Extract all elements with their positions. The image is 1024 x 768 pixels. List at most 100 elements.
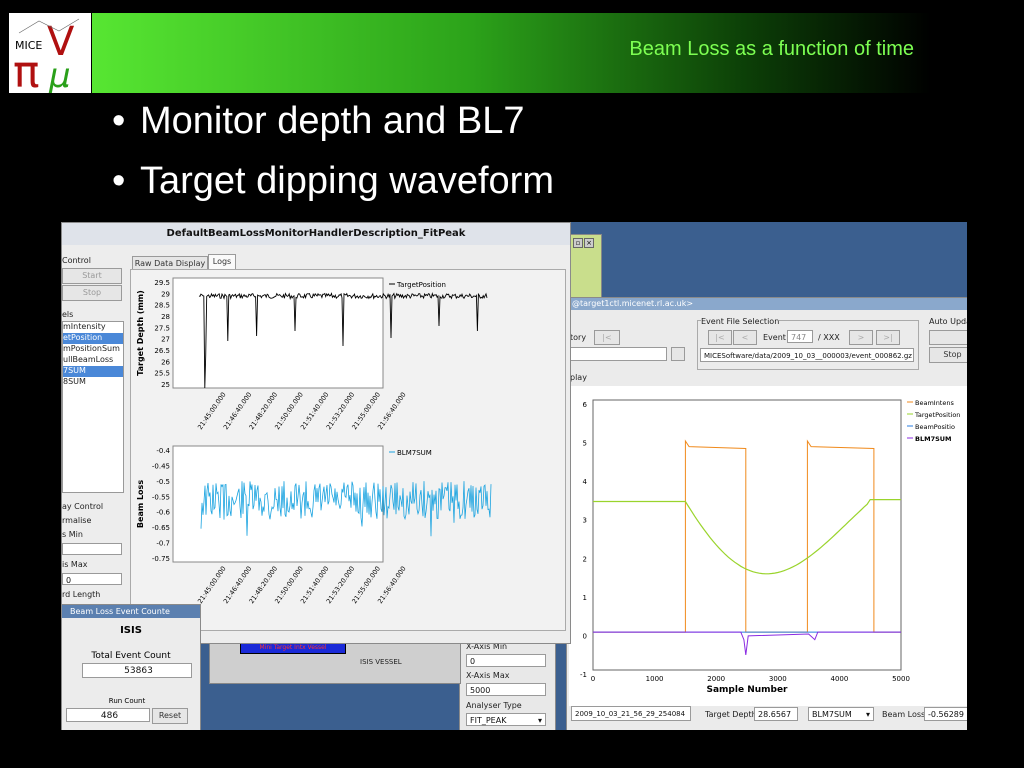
history-field[interactable] <box>567 347 667 361</box>
event-spinbox[interactable]: 747 <box>787 330 813 343</box>
channel-list[interactable]: mIntensity etPosition mPositionSum ullBe… <box>62 321 124 493</box>
waveform-legend-item: BeamIntens <box>915 399 954 407</box>
top-ylabel: Target Depth (mm) <box>136 290 145 376</box>
blm-select-value: BLM7SUM <box>812 710 852 719</box>
waveform-ytick-label: 1 <box>583 594 587 602</box>
waveform-legend-item: BeamPositio <box>915 423 955 431</box>
target-depth-label: Target Depth <box>705 710 757 719</box>
run-count-label: Run Count <box>108 697 146 705</box>
event-window-titlebar: @target1ctl.micenet.rl.ac.uk> <box>567 298 967 310</box>
waveform-ytick-label: 2 <box>583 555 587 563</box>
history-browse-button[interactable] <box>671 347 685 361</box>
top-ytick-label: 29 <box>161 290 170 298</box>
bottom-ytick-label: -0.45 <box>152 462 170 470</box>
bullet-2-text: Target dipping waveform <box>140 160 554 202</box>
reset-button[interactable]: Reset <box>152 708 188 724</box>
display-label: play <box>570 373 587 382</box>
waveform-ytick-label: -1 <box>580 671 587 679</box>
waveform-ytick-label: 0 <box>583 632 587 640</box>
beam-loss-field: -0.56289 <box>924 707 967 721</box>
analyser-select[interactable]: FIT_PEAK ▾ <box>466 713 546 726</box>
logs-plots: 29.52928.52827.52726.52625.52521:45:00.0… <box>136 277 492 605</box>
waveform-xtick-label: 5000 <box>892 675 910 683</box>
bullet-1-text: Monitor depth and BL7 <box>140 100 525 142</box>
event-label: Event <box>763 333 786 342</box>
channel-item[interactable]: mIntensity <box>63 322 123 333</box>
xaxis-max-label: X-Axis Max <box>466 671 510 680</box>
waveform-legend-item: BLM7SUM <box>915 435 952 443</box>
top-legend: TargetPosition <box>396 281 446 289</box>
history-button[interactable]: |< <box>594 330 620 345</box>
waveform-xtick-label: 1000 <box>646 675 664 683</box>
chevron-down-icon: ▾ <box>865 710 870 719</box>
analyser-select-value: FIT_PEAK <box>470 716 507 725</box>
bottom-ytick-label: -0.65 <box>152 524 170 532</box>
bottom-ylabel: Beam Loss <box>136 480 145 528</box>
bullet-2: • Target dipping waveform <box>112 160 554 202</box>
target-depth-field: 28.6567 <box>754 707 798 721</box>
waveform-plot-area: 6 5 4 3 2 1 0 -1 0 1000 2000 3000 4000 5000 Sample Num… <box>569 386 967 706</box>
waveform-xlabel: Sample Number <box>707 685 789 695</box>
prev-event-button[interactable]: < <box>733 330 757 345</box>
xaxis-min-field[interactable]: 0 <box>466 654 546 667</box>
close-icon[interactable]: × <box>584 238 594 248</box>
top-ytick-label: 28 <box>161 313 170 321</box>
next-event-button[interactable]: > <box>849 330 873 345</box>
count-window: Beam Loss Event Counte ISIS Total Event … <box>61 604 201 730</box>
embedded-screenshot: ▫ × @target1ctl.micenet.rl.ac.uk> tory |… <box>61 222 967 730</box>
first-event-button[interactable]: |< <box>708 330 732 345</box>
tab-panel: 29.5 29 28.5 28 27.5 27 26.5 26 25.5 25 21:45:00.0… <box>130 269 566 631</box>
logo-mu-icon: μ <box>48 56 71 93</box>
waveform-ytick-label: 5 <box>583 440 587 448</box>
analyser-label: Analyser Type <box>466 701 522 710</box>
top-ytick-label: 26 <box>161 358 170 366</box>
channel-item-selected[interactable]: 7SUM <box>63 366 123 377</box>
vessel-label: ISIS VESSEL <box>360 658 402 666</box>
waveform-xtick-label: 4000 <box>830 675 848 683</box>
waveform-legend-item: TargetPosition <box>914 411 960 419</box>
waveform-ytick-label: 3 <box>583 517 587 525</box>
event-total: / XXX <box>818 333 840 342</box>
channel-item[interactable]: 8SUM <box>63 377 123 388</box>
start-button[interactable]: Start <box>62 268 122 284</box>
channels-label: els <box>62 310 74 319</box>
channel-item-selected[interactable]: etPosition <box>63 333 123 344</box>
waveform-xtick-label: 0 <box>591 675 595 683</box>
history-label: tory <box>570 333 587 342</box>
run-count-field: 486 <box>66 708 150 722</box>
xaxis-max-field[interactable]: 5000 <box>466 683 546 696</box>
stop-button-left[interactable]: Stop <box>62 285 122 301</box>
top-ytick-label: 27 <box>161 336 170 344</box>
auto-update-label: Auto Upda <box>929 317 967 326</box>
normalise-checkbox[interactable]: rmalise <box>62 516 91 525</box>
stop-button[interactable]: Stop <box>929 347 967 363</box>
main-window-title: DefaultBeamLossMonitorHandlerDescription… <box>62 223 570 245</box>
top-ytick-label: 28.5 <box>154 302 170 310</box>
axis-max-field[interactable]: 0 <box>62 573 122 585</box>
event-file-label: Event File Selection <box>701 317 780 326</box>
bullet-1: • Monitor depth and BL7 <box>112 100 525 142</box>
bottom-ytick-label: -0.7 <box>156 540 170 548</box>
waveform-plot: 6 5 4 3 2 1 0 -1 0 1000 2000 3000 4000 5000 Sample Num… <box>580 399 960 695</box>
bottom-ytick-label: -0.6 <box>156 509 170 517</box>
top-ytick-label: 25 <box>161 381 170 389</box>
waveform-ytick-label: 4 <box>583 478 588 486</box>
total-event-count: 53863 <box>82 663 192 678</box>
control-label: Control <box>62 256 91 265</box>
axis-min-field[interactable] <box>62 543 122 555</box>
top-ytick-label: 29.5 <box>154 279 170 287</box>
event-file-path[interactable]: MICESoftware/data/2009_10_03__000003/eve… <box>700 348 914 362</box>
auto-update-button[interactable] <box>929 330 967 345</box>
slide-title: Beam Loss as a function of time <box>629 38 914 60</box>
channel-item[interactable]: ullBeamLoss <box>63 355 123 366</box>
bottom-ytick-label: -0.55 <box>152 493 170 501</box>
last-event-button[interactable]: >| <box>876 330 900 345</box>
minimize-icon[interactable]: ▫ <box>573 238 583 248</box>
axis-min-label: s Min <box>62 530 83 539</box>
record-length-label: rd Length <box>62 590 101 599</box>
waveform-frame <box>592 399 902 671</box>
total-event-label: Total Event Count <box>91 651 171 661</box>
channel-item[interactable]: mPositionSum <box>63 344 123 355</box>
blm-select[interactable]: BLM7SUM ▾ <box>808 707 874 721</box>
waveform-xtick-label: 3000 <box>769 675 787 683</box>
